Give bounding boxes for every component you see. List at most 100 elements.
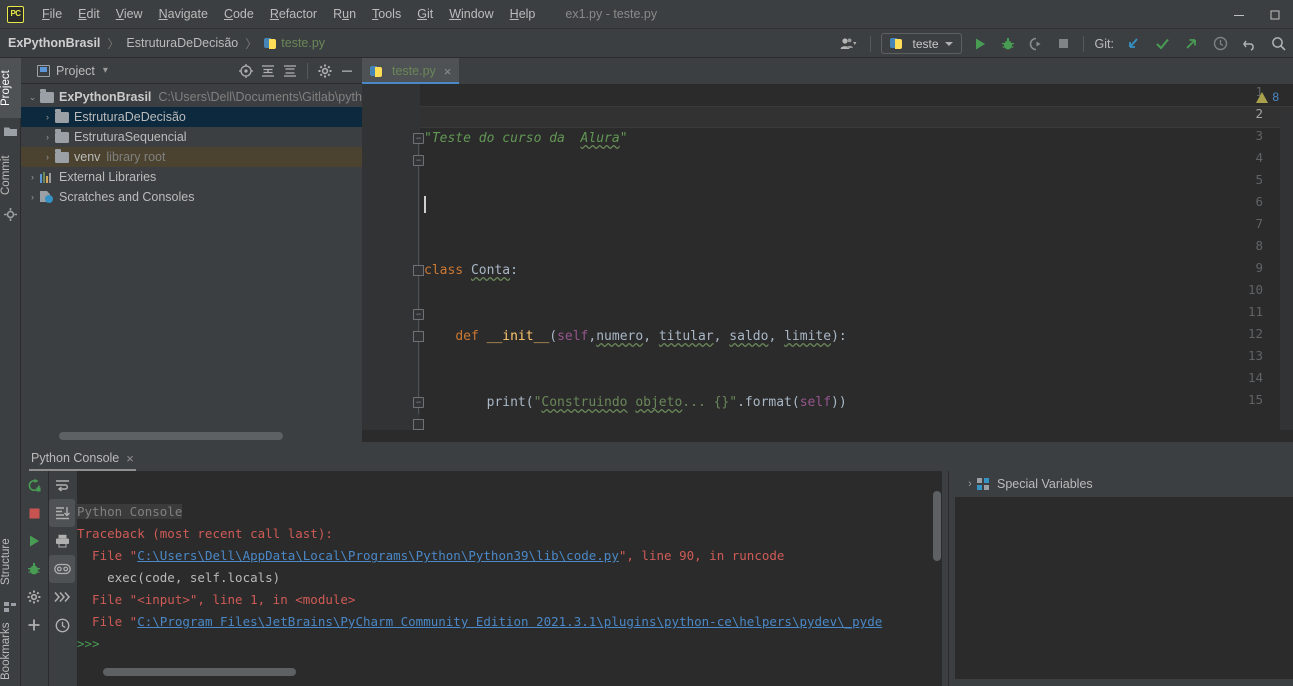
window-controls [1221, 0, 1293, 29]
print-icon[interactable] [49, 527, 75, 555]
fast-forward-icon[interactable] [49, 583, 75, 611]
menu-code[interactable]: Code [216, 4, 262, 24]
editor-horizontal-scrollbar[interactable] [362, 430, 1293, 442]
breadcrumb-folder[interactable]: EstruturaDeDecisão [126, 36, 238, 50]
chevron-right-icon[interactable]: › [963, 478, 977, 490]
project-horizontal-scrollbar[interactable] [21, 430, 362, 442]
menu-navigate[interactable]: Navigate [151, 4, 216, 24]
tree-label: EstruturaDeDecisão [74, 110, 186, 124]
breadcrumb-project[interactable]: ExPythonBrasil [8, 36, 100, 50]
git-update-icon[interactable] [1119, 29, 1148, 58]
console-file-link[interactable]: C:\Users\Dell\AppData\Local\Programs\Pyt… [137, 548, 619, 563]
menu-git[interactable]: Git [409, 4, 441, 24]
maximize-button[interactable] [1257, 0, 1293, 29]
user-icon[interactable] [833, 29, 864, 58]
execute-icon[interactable] [21, 527, 47, 555]
tree-row-external-libraries[interactable]: › External Libraries [21, 167, 362, 187]
scroll-to-end-icon[interactable] [49, 499, 75, 527]
git-history-icon[interactable] [1206, 29, 1235, 58]
left-tool-strip: Project Commit Structure Bookmarks [0, 58, 21, 686]
inspection-widget[interactable]: 8 [1256, 90, 1279, 104]
debug-button[interactable] [994, 29, 1022, 58]
fold-marker-deposita-end[interactable] [413, 419, 424, 430]
scrollbar-thumb[interactable] [103, 668, 296, 676]
show-variables-icon[interactable] [49, 555, 75, 583]
special-variables-body[interactable] [955, 497, 1293, 679]
fold-marker-deposita[interactable]: − [413, 397, 424, 408]
stop-icon[interactable] [21, 499, 47, 527]
sidebar-tab-commit[interactable]: Commit [0, 144, 21, 206]
tree-row-venv[interactable]: › venv library root [21, 147, 362, 167]
console-output[interactable]: Python Console Traceback (most recent ca… [77, 471, 932, 686]
structure-grid-icon [4, 599, 17, 612]
chevron-right-icon[interactable]: › [40, 152, 55, 162]
console-tab-python-console[interactable]: Python Console × [21, 445, 144, 471]
editor-error-stripe[interactable] [1280, 110, 1293, 442]
menu-view[interactable]: View [108, 4, 151, 24]
menu-window[interactable]: Window [441, 4, 501, 24]
chevron-right-icon[interactable]: › [40, 112, 55, 122]
soft-wrap-icon[interactable] [49, 471, 75, 499]
search-everywhere-icon[interactable] [1264, 29, 1293, 58]
code-editor[interactable]: 1 2 3 4 5 6 7 8 9 10 11 12 13 14 15 − − … [362, 84, 1293, 442]
console-horizontal-scrollbar[interactable] [77, 666, 932, 677]
run-with-coverage-button[interactable] [1022, 29, 1050, 58]
menu-file[interactable]: File [34, 4, 70, 24]
fold-marker-init[interactable]: − [413, 155, 424, 166]
tree-row-estruturasequencial[interactable]: › EstruturaSequencial [21, 127, 362, 147]
console-vertical-scrollbar[interactable] [932, 471, 942, 686]
chevron-right-icon[interactable]: › [25, 192, 40, 202]
sidebar-tab-project[interactable]: Project [0, 58, 21, 118]
select-opened-file-icon[interactable] [235, 60, 257, 82]
breadcrumb-file[interactable]: teste.py [281, 36, 325, 50]
menu-edit[interactable]: Edit [70, 4, 108, 24]
sidebar-tab-bookmarks[interactable]: Bookmarks [0, 615, 21, 686]
tree-row-estruturadedecisao[interactable]: › EstruturaDeDecisão [21, 107, 362, 127]
project-scope-caret-icon[interactable]: ▾ [103, 65, 108, 76]
console-tab-label: Python Console [31, 451, 120, 465]
stop-button[interactable] [1050, 29, 1077, 58]
close-icon[interactable]: × [444, 64, 452, 79]
special-variables-row[interactable]: › Special Variables [949, 471, 1293, 497]
history-clock-icon[interactable] [49, 611, 75, 639]
git-rollback-icon[interactable] [1235, 29, 1264, 58]
minimize-button[interactable] [1221, 0, 1257, 29]
gear-icon[interactable] [314, 60, 336, 82]
editor-gutter[interactable] [362, 84, 420, 442]
fold-marker-extrato-end[interactable] [413, 331, 424, 342]
git-label: Git: [1094, 36, 1114, 51]
run-configuration-selector[interactable]: teste [880, 33, 962, 54]
menu-help[interactable]: Help [502, 4, 544, 24]
tree-row-expythonbrasil[interactable]: ⌄ ExPythonBrasil C:\Users\Dell\Documents… [21, 87, 362, 107]
tree-row-scratches-and-consoles[interactable]: › Scratches and Consoles [21, 187, 362, 207]
settings-gear-icon[interactable] [21, 583, 47, 611]
chevron-down-icon[interactable]: ⌄ [25, 92, 40, 103]
sidebar-tab-structure[interactable]: Structure [0, 528, 21, 596]
console-file2-prefix: File " [77, 614, 138, 629]
hide-panel-icon[interactable] [336, 60, 358, 82]
console-file2-link[interactable]: C:\Program Files\JetBrains\PyCharm Commu… [137, 614, 882, 629]
expand-all-icon[interactable] [257, 60, 279, 82]
add-icon[interactable] [21, 611, 47, 639]
debug-bug-icon[interactable] [21, 555, 47, 583]
fold-marker-class[interactable]: − [413, 133, 424, 144]
fold-marker-extrato[interactable]: − [413, 309, 424, 320]
scrollbar-thumb[interactable] [59, 432, 283, 440]
editor-tab-teste-py[interactable]: teste.py × [362, 58, 460, 84]
chevron-right-icon[interactable]: › [25, 172, 40, 182]
code-content[interactable]: "Teste do curso da Alura" class Conta: d… [424, 84, 1293, 442]
chevron-right-icon[interactable]: › [40, 132, 55, 142]
git-push-icon[interactable] [1177, 29, 1206, 58]
menu-tools[interactable]: Tools [364, 4, 409, 24]
run-button[interactable] [966, 29, 994, 58]
git-commit-icon[interactable] [1148, 29, 1177, 58]
menu-refactor[interactable]: Refactor [262, 4, 325, 24]
close-icon[interactable]: × [126, 451, 134, 466]
rerun-icon[interactable] [21, 471, 47, 499]
scrollbar-thumb[interactable] [933, 491, 941, 561]
menu-run[interactable]: Run [325, 4, 364, 24]
collapse-all-icon[interactable] [279, 60, 301, 82]
project-window-icon [37, 64, 50, 77]
fold-marker-init-end[interactable] [413, 265, 424, 276]
